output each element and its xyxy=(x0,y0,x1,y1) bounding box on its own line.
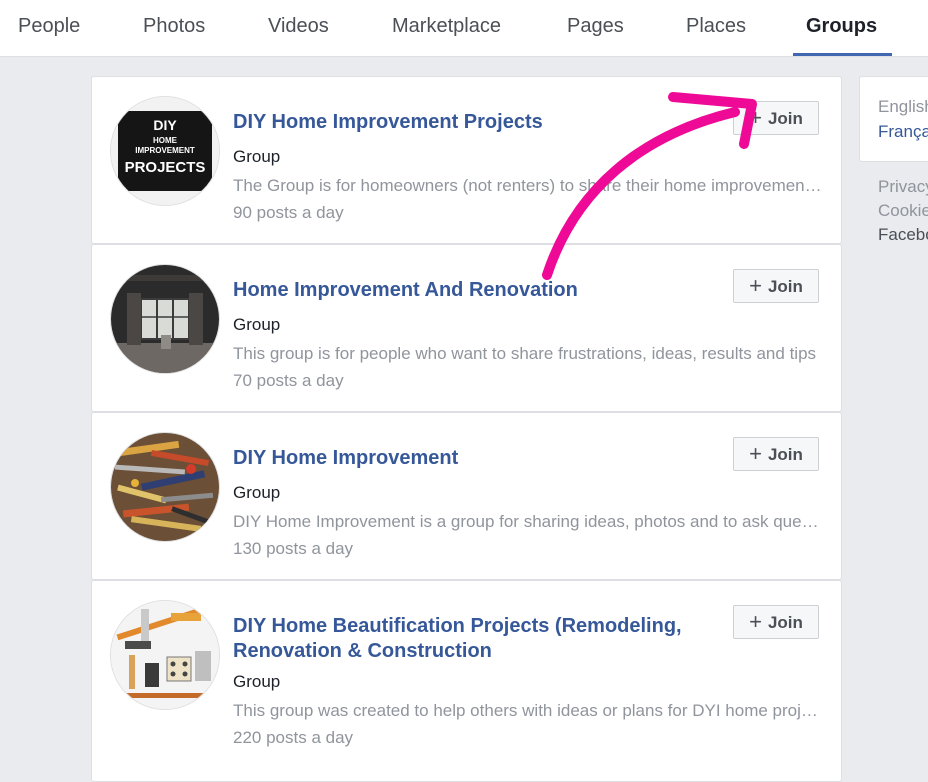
diy-projects-logo: DIY HOME IMPROVEMENT PROJECTS xyxy=(111,97,219,205)
group-name-link[interactable]: DIY Home Improvement xyxy=(233,446,713,471)
join-group-button[interactable]: + Join xyxy=(733,605,819,639)
join-group-button[interactable]: + Join xyxy=(733,269,819,303)
plus-icon: + xyxy=(749,105,762,130)
group-result-card: DIY HOME IMPROVEMENT PROJECTS DIY Home I… xyxy=(91,76,842,244)
join-label: Join xyxy=(767,445,803,464)
group-description: The Group is for homeowners (not renters… xyxy=(233,176,823,195)
current-language: English xyxy=(878,97,928,116)
group-description: DIY Home Improvement is a group for shar… xyxy=(233,512,823,531)
group-name-link[interactable]: DIY Home Improvement Projects xyxy=(233,110,713,135)
hardware-photo xyxy=(111,601,219,709)
group-description: This group was created to help others wi… xyxy=(233,701,823,720)
plus-icon: + xyxy=(749,273,762,298)
group-type-label: Group xyxy=(233,672,281,691)
group-type-label: Group xyxy=(233,315,281,334)
join-group-button[interactable]: + Join xyxy=(733,437,819,471)
group-activity: 220 posts a day xyxy=(233,728,354,747)
logo-line-improvement: IMPROVEMENT xyxy=(135,146,195,155)
join-label: Join xyxy=(767,277,803,296)
tab-places[interactable]: Places xyxy=(686,0,746,56)
footer-link-privacy[interactable]: Privacy xyxy=(878,177,928,197)
tools-photo xyxy=(111,433,219,541)
tab-pages[interactable]: Pages xyxy=(567,0,624,56)
language-option-french[interactable]: Français xyxy=(878,122,928,142)
tab-photos[interactable]: Photos xyxy=(143,0,205,56)
tab-groups[interactable]: Groups xyxy=(792,0,893,56)
logo-line-projects: PROJECTS xyxy=(125,159,206,176)
tab-people[interactable]: People xyxy=(18,0,80,56)
tab-marketplace[interactable]: Marketplace xyxy=(392,0,501,56)
group-avatar[interactable] xyxy=(110,600,220,710)
group-avatar[interactable] xyxy=(110,432,220,542)
tab-videos[interactable]: Videos xyxy=(268,0,329,56)
group-avatar[interactable] xyxy=(110,264,220,374)
plus-icon: + xyxy=(749,441,762,466)
group-description: This group is for people who want to sha… xyxy=(233,344,817,363)
group-activity: 130 posts a day xyxy=(233,539,354,558)
logo-line-home: HOME xyxy=(153,136,178,145)
language-selector: English Français xyxy=(859,76,928,162)
group-avatar[interactable]: DIY HOME IMPROVEMENT PROJECTS xyxy=(110,96,220,206)
join-label: Join xyxy=(767,109,803,128)
group-result-card: Home Improvement And Renovation Group Th… xyxy=(91,244,842,412)
group-type-label: Group xyxy=(233,483,281,502)
group-name-link[interactable]: DIY Home Beautification Projects (Remode… xyxy=(233,614,713,664)
group-result-card: DIY Home Beautification Projects (Remode… xyxy=(91,580,842,782)
join-label: Join xyxy=(767,613,803,632)
join-group-button[interactable]: + Join xyxy=(733,101,819,135)
group-result-card: DIY Home Improvement Group DIY Home Impr… xyxy=(91,412,842,580)
footer-link-cookies[interactable]: Cookies xyxy=(878,201,928,221)
plus-icon: + xyxy=(749,609,762,634)
group-activity: 90 posts a day xyxy=(233,203,344,222)
group-name-link[interactable]: Home Improvement And Renovation xyxy=(233,278,713,303)
footer-link-facebook[interactable]: Facebook xyxy=(878,225,928,245)
logo-line-diy: DIY xyxy=(153,117,177,133)
search-filter-tabs: People Photos Videos Marketplace Pages P… xyxy=(0,0,928,57)
group-activity: 70 posts a day xyxy=(233,371,344,390)
group-type-label: Group xyxy=(233,147,281,166)
room-photo xyxy=(111,265,219,373)
